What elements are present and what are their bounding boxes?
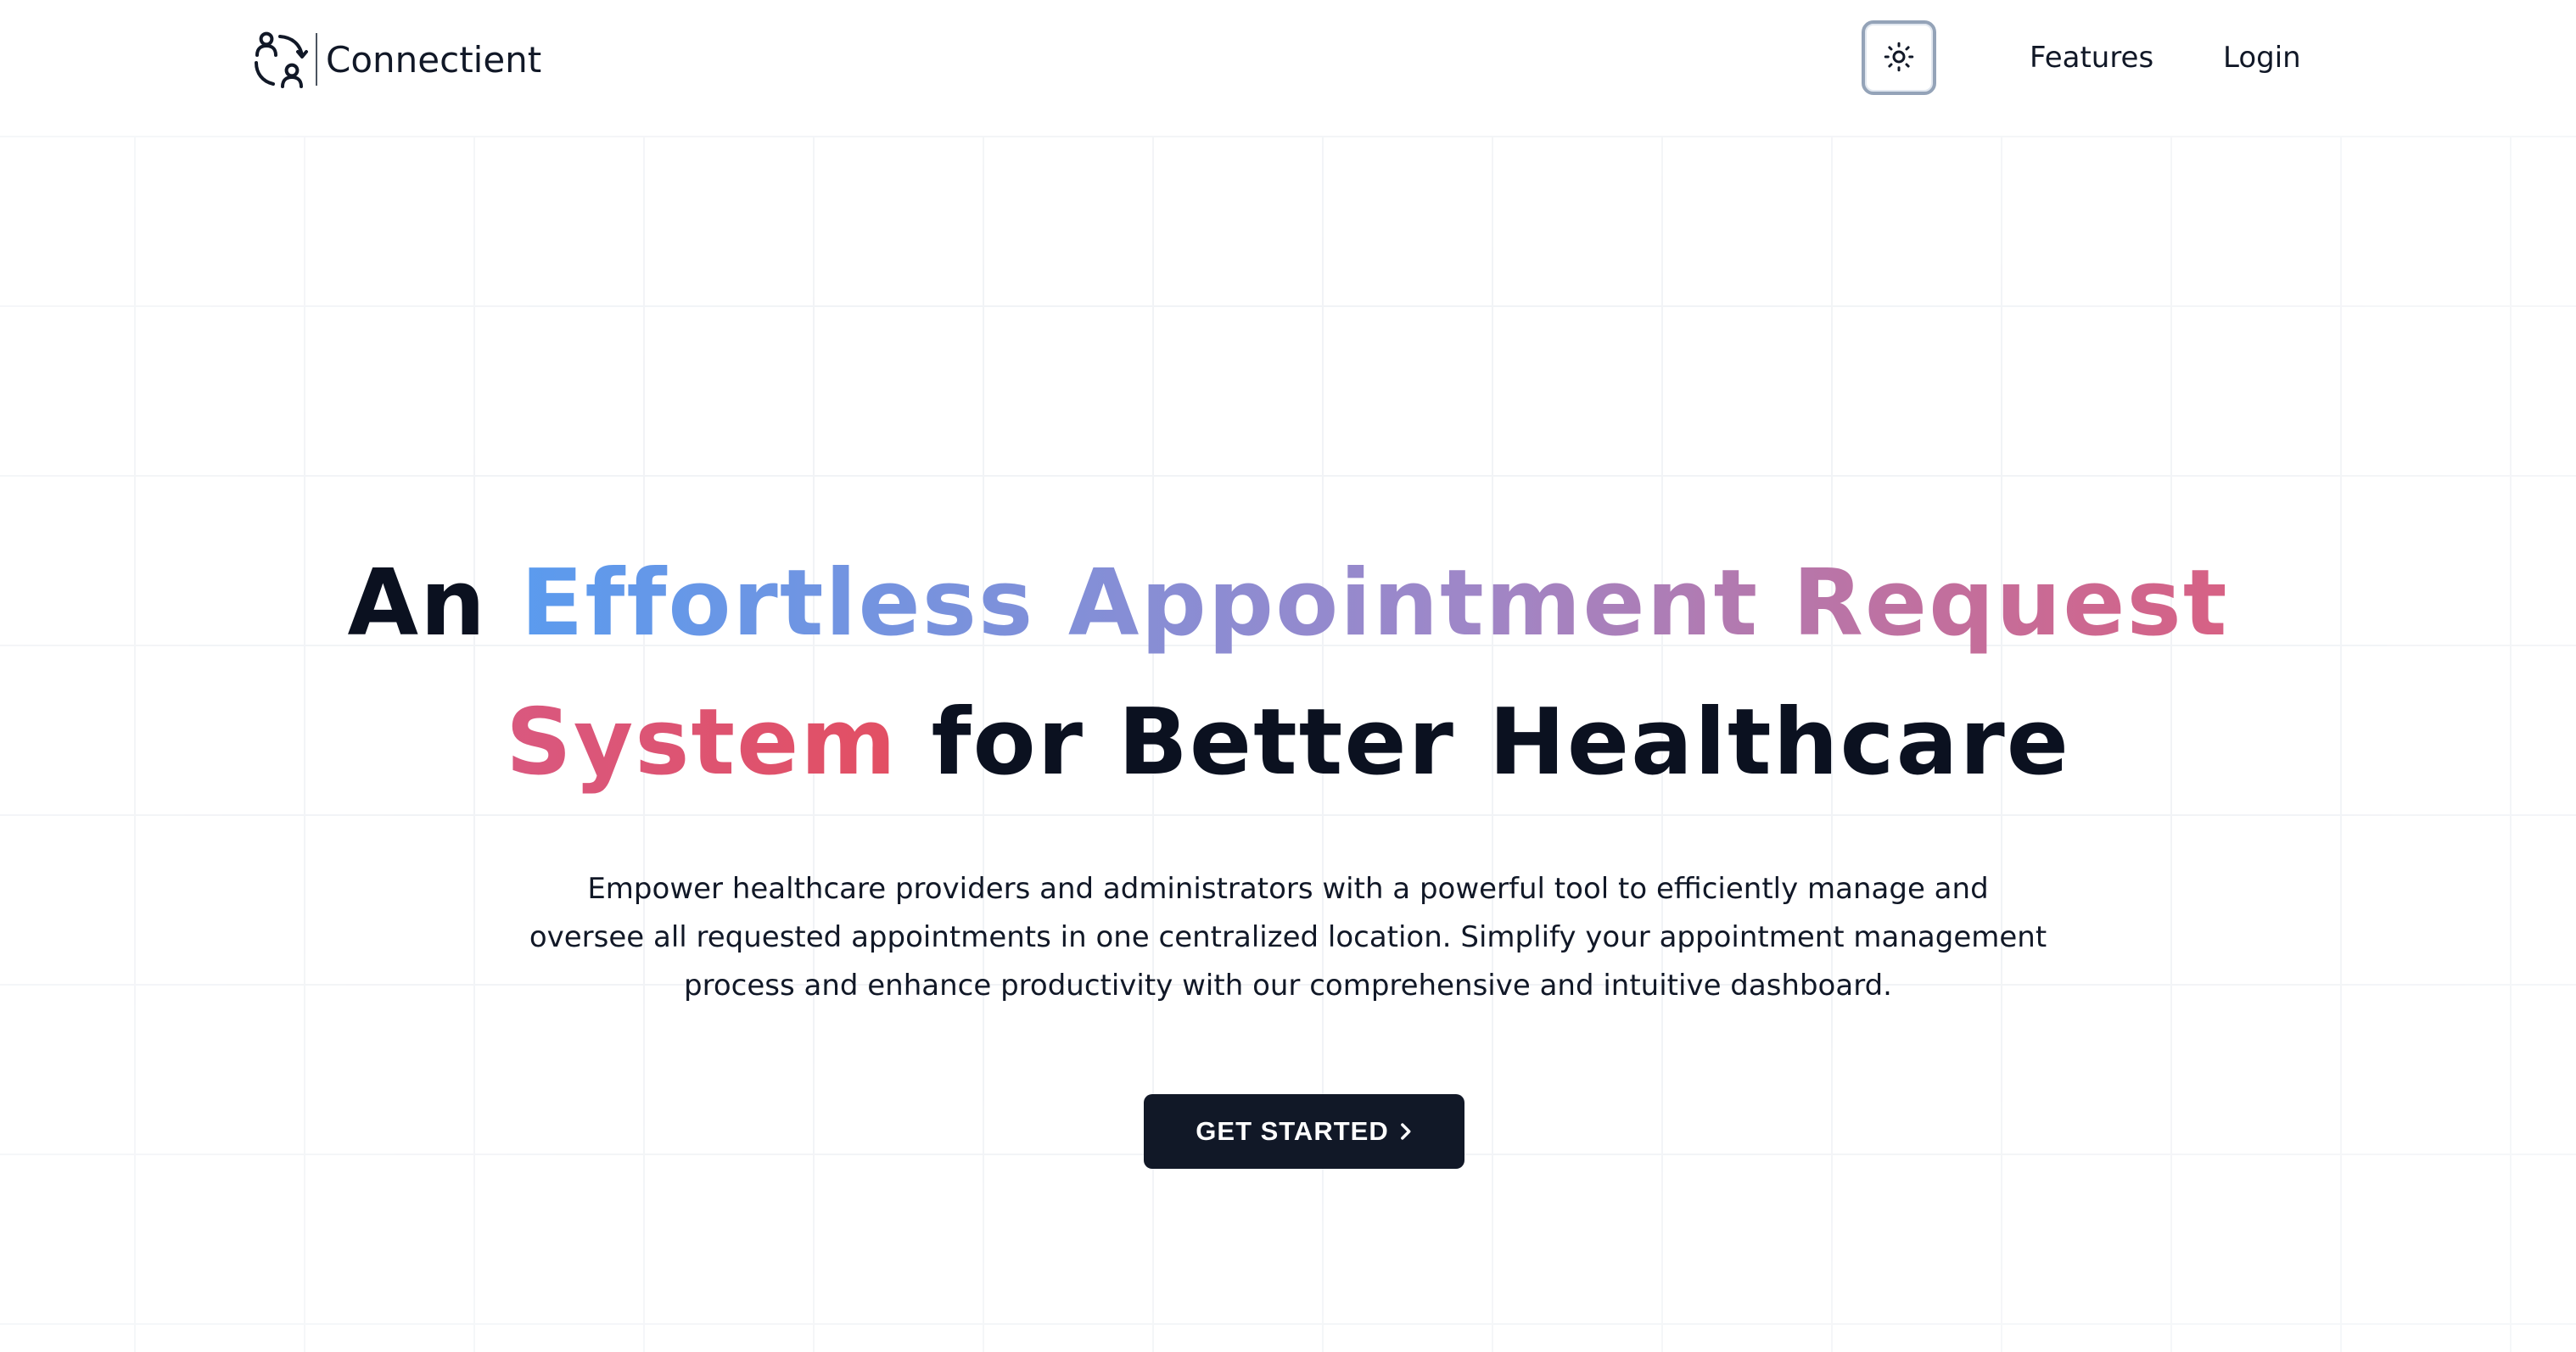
- hero-title-highlight: Effortless Appointment Request: [520, 550, 2229, 656]
- nav-link-login[interactable]: Login: [2223, 41, 2301, 75]
- sun-icon: [1884, 42, 1914, 75]
- get-started-label: GET STARTED: [1196, 1116, 1389, 1146]
- users-connect-icon: [249, 27, 311, 92]
- hero-title: An Effortless Appointment Request System …: [255, 534, 2321, 813]
- brand-name: Connectient: [326, 38, 542, 81]
- theme-toggle-button[interactable]: [1862, 20, 1936, 95]
- nav-item-features: Features: [2030, 32, 2153, 83]
- landing-page: Connectient Features Login An Effortless…: [0, 0, 2576, 1352]
- brand[interactable]: Connectient: [249, 25, 541, 93]
- chevron-right-icon: [1397, 1122, 1413, 1141]
- hero-title-lead: An: [347, 550, 521, 656]
- site-header: Connectient Features Login: [0, 0, 2576, 119]
- get-started-button[interactable]: GET STARTED: [1144, 1094, 1464, 1169]
- hero-title-tail: for Better Healthcare: [897, 690, 2070, 796]
- nav-link-features[interactable]: Features: [2030, 41, 2153, 75]
- nav-item-login: Login: [2223, 32, 2301, 83]
- brand-divider: [316, 33, 317, 86]
- hero-subtitle: Empower healthcare providers and adminis…: [529, 872, 2047, 1003]
- hero-title-highlight-2: System: [506, 690, 898, 796]
